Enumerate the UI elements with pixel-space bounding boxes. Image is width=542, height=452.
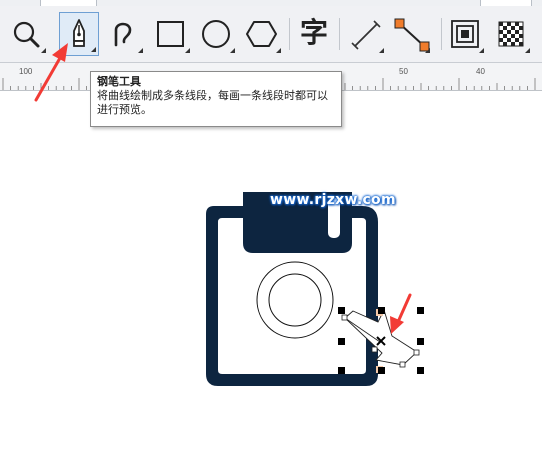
drawing-layer [34, 43, 424, 386]
annotation-arrow-pen [34, 43, 68, 102]
tooltip-description: 将曲线绘制成多条线段，每画一条线段时都可以进行预览。 [97, 90, 328, 116]
annotation-arrow-canvas [390, 293, 412, 334]
path-node[interactable] [371, 346, 378, 353]
save-icon-shape[interactable] [206, 192, 378, 386]
path-node[interactable] [413, 349, 420, 356]
watermark-text: www.rjzxw.com [270, 192, 396, 208]
path-node[interactable] [341, 314, 348, 321]
path-node[interactable] [399, 361, 406, 368]
tooltip-title: 钢笔工具 [97, 76, 141, 88]
pen-tool-tooltip: 钢笔工具 将曲线绘制成多条线段，每画一条线段时都可以进行预览。 [90, 71, 342, 127]
